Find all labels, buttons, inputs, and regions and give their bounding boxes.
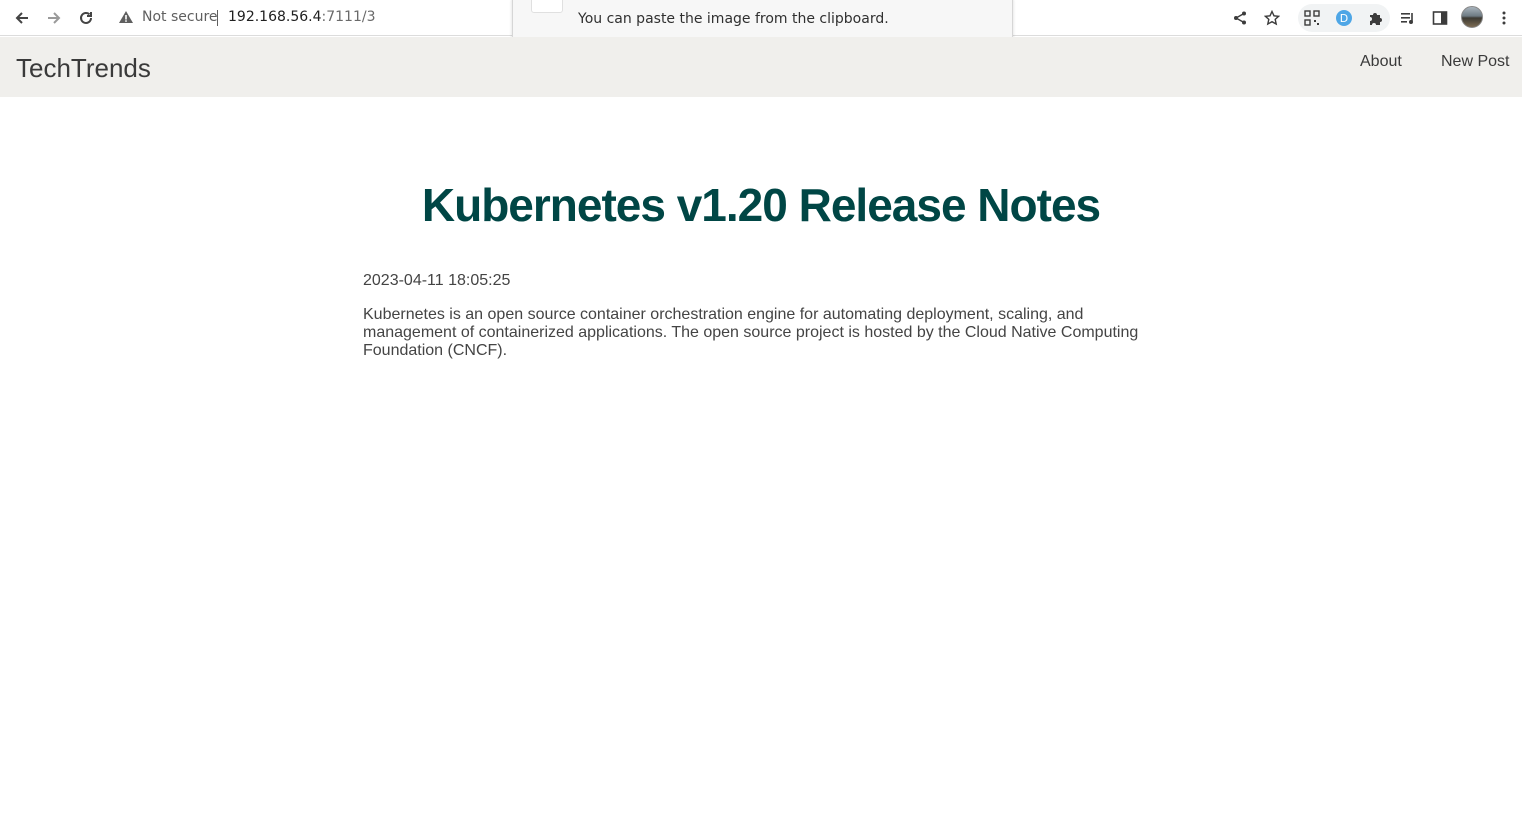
- extensions-group: D: [1298, 4, 1390, 32]
- media-icon[interactable]: [1396, 6, 1420, 30]
- notification-message: You can paste the image from the clipboa…: [578, 11, 889, 27]
- about-link[interactable]: About: [1360, 53, 1402, 71]
- address-divider: [217, 10, 218, 26]
- post-date: 2023-04-11 18:05:25: [363, 272, 511, 289]
- svg-text:D: D: [1340, 12, 1348, 25]
- warning-icon[interactable]: [118, 9, 134, 25]
- d-extension-icon[interactable]: D: [1332, 6, 1356, 30]
- url-text[interactable]: 192.168.56.4:7111/3: [228, 9, 376, 25]
- url-path: :7111/3: [321, 9, 376, 25]
- reload-icon[interactable]: [74, 6, 98, 30]
- brand-link[interactable]: TechTrends: [16, 53, 151, 84]
- forward-icon[interactable]: [42, 6, 66, 30]
- kebab-menu-icon[interactable]: [1492, 6, 1516, 30]
- share-icon[interactable]: [1228, 6, 1252, 30]
- security-label[interactable]: Not secure: [142, 9, 218, 25]
- new-post-link[interactable]: New Post: [1441, 53, 1509, 71]
- post-content: Kubernetes is an open source container o…: [363, 306, 1139, 359]
- puzzle-icon[interactable]: [1364, 6, 1388, 30]
- star-icon[interactable]: [1260, 6, 1284, 30]
- url-host: 192.168.56.4: [228, 9, 322, 25]
- site-navbar: TechTrends About New Post: [0, 37, 1522, 97]
- notification-thumbnail: [531, 0, 563, 13]
- qr-extension-icon[interactable]: [1300, 6, 1324, 30]
- post-title: Kubernetes v1.20 Release Notes: [421, 179, 1101, 231]
- back-icon[interactable]: [10, 6, 34, 30]
- side-panel-icon[interactable]: [1428, 6, 1452, 30]
- avatar[interactable]: [1461, 6, 1483, 28]
